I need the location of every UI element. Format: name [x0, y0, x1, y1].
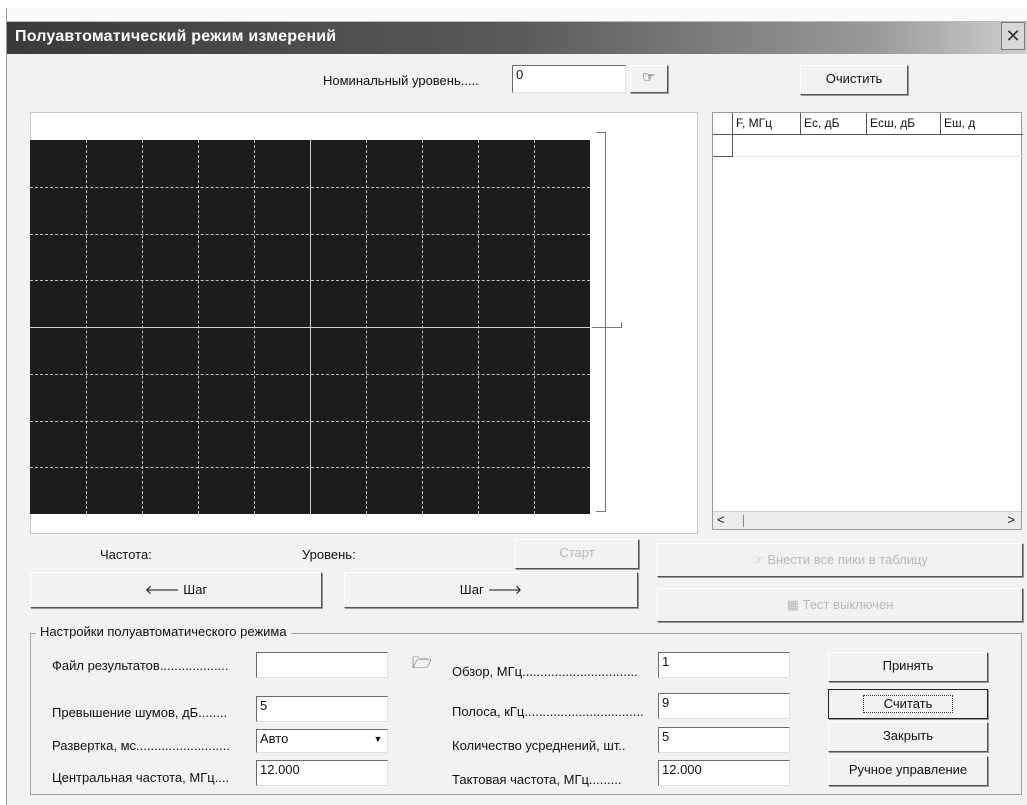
- results-file-label: Файл результатов...................: [52, 658, 229, 673]
- column-header[interactable]: Ec, дБ: [801, 113, 867, 135]
- read-button[interactable]: Считать: [828, 689, 988, 719]
- column-header[interactable]: Eш, д: [941, 113, 1023, 135]
- frequency-label: Частота:: [100, 547, 152, 562]
- close-button[interactable]: Закрыть: [828, 722, 988, 752]
- results-table[interactable]: F, МГц Ec, дБ Eсш, дБ Eш, д < >: [712, 112, 1023, 530]
- grid-line-horizontal: [30, 373, 590, 375]
- span-input[interactable]: 1: [658, 652, 790, 678]
- clock-frequency-input[interactable]: 12.000: [658, 760, 790, 786]
- settings-group-title: Настройки полуавтоматического режима: [36, 624, 291, 639]
- nominal-level-input[interactable]: 0: [512, 65, 626, 93]
- row-header-corner: [713, 113, 733, 135]
- close-icon: ✕: [1005, 26, 1021, 46]
- apply-nominal-button[interactable]: ☞: [630, 65, 668, 93]
- nominal-level-label: Номинальный уровень.....: [323, 73, 479, 88]
- clear-button[interactable]: Очистить: [800, 65, 908, 95]
- test-toggle-button[interactable]: ▦ Тест выключен: [657, 588, 1023, 622]
- grid-line-horizontal: [30, 233, 590, 235]
- arrow-left-icon: 🡐: [144, 582, 180, 597]
- chevron-down-icon[interactable]: ▼: [371, 732, 385, 746]
- band-input[interactable]: 9: [658, 693, 790, 719]
- column-header[interactable]: Eсш, дБ: [867, 113, 941, 135]
- averaging-input[interactable]: 5: [658, 727, 790, 753]
- step-back-button[interactable]: 🡐 Шаг: [30, 572, 322, 608]
- test-icon: ▦: [786, 597, 799, 612]
- row-header: [713, 135, 733, 157]
- grid-line-horizontal: [30, 186, 590, 188]
- title-bar: Полуавтоматический режим измерений: [7, 22, 1027, 54]
- table-header: F, МГц Ec, дБ Eсш, дБ Eш, д: [713, 113, 1023, 135]
- add-all-peaks-button[interactable]: ☞ Внести все пики в таблицу: [657, 543, 1023, 577]
- grid-line-horizontal: [30, 280, 590, 282]
- hand-pointer-icon: ☞: [642, 69, 656, 86]
- sweep-label: Развертка, мс..........................: [52, 738, 230, 753]
- noise-excess-label: Превышение шумов, дБ........: [52, 705, 228, 720]
- read-button-label: Считать: [862, 695, 954, 713]
- clock-frequency-label: Тактовая частота, МГц.........: [452, 772, 622, 787]
- close-window-button[interactable]: ✕: [1001, 22, 1025, 50]
- table-row[interactable]: [733, 135, 1023, 157]
- step-back-label: Шаг: [183, 582, 208, 597]
- scroll-left-arrow[interactable]: <: [717, 512, 725, 527]
- step-forward-label: Шаг: [459, 582, 484, 597]
- level-marker[interactable]: [592, 322, 622, 328]
- sweep-select[interactable]: Авто ▼: [256, 729, 388, 753]
- level-label: Уровень:: [302, 547, 356, 562]
- center-frequency-input[interactable]: 12.000: [256, 760, 388, 786]
- folder-open-icon[interactable]: 🗁: [412, 652, 434, 674]
- accept-button[interactable]: Принять: [828, 652, 988, 682]
- averaging-label: Количество усреднений, шт..: [452, 738, 626, 753]
- start-button[interactable]: Старт: [515, 539, 639, 569]
- column-header[interactable]: F, МГц: [733, 113, 801, 135]
- band-label: Полоса, кГц.............................…: [452, 704, 644, 719]
- scroll-right-arrow[interactable]: >: [1007, 512, 1015, 527]
- grid-line-horizontal: [30, 327, 590, 328]
- scroll-thumb[interactable]: [743, 515, 744, 527]
- test-toggle-label: Тест выключен: [802, 597, 894, 612]
- step-forward-button[interactable]: Шаг 🡒: [344, 572, 638, 608]
- spectrum-plot[interactable]: [30, 140, 590, 514]
- hand-pointer-icon: ☞: [752, 552, 764, 567]
- span-label: Обзор, МГц..............................…: [452, 664, 638, 679]
- center-frequency-label: Центральная частота, МГц....: [52, 770, 230, 785]
- top-edge: [7, 8, 1027, 22]
- grid-line-horizontal: [30, 420, 590, 422]
- sweep-select-value: Авто: [260, 731, 289, 746]
- manual-control-button[interactable]: Ручное управление: [828, 756, 988, 786]
- window-title: Полуавтоматический режим измерений: [15, 28, 337, 45]
- add-all-peaks-label: Внести все пики в таблицу: [767, 552, 928, 567]
- grid-line-horizontal: [30, 467, 590, 469]
- horizontal-scrollbar[interactable]: < >: [713, 511, 1021, 529]
- results-file-input[interactable]: [256, 652, 388, 678]
- noise-excess-input[interactable]: 5: [256, 696, 388, 722]
- arrow-right-icon: 🡒: [487, 582, 523, 597]
